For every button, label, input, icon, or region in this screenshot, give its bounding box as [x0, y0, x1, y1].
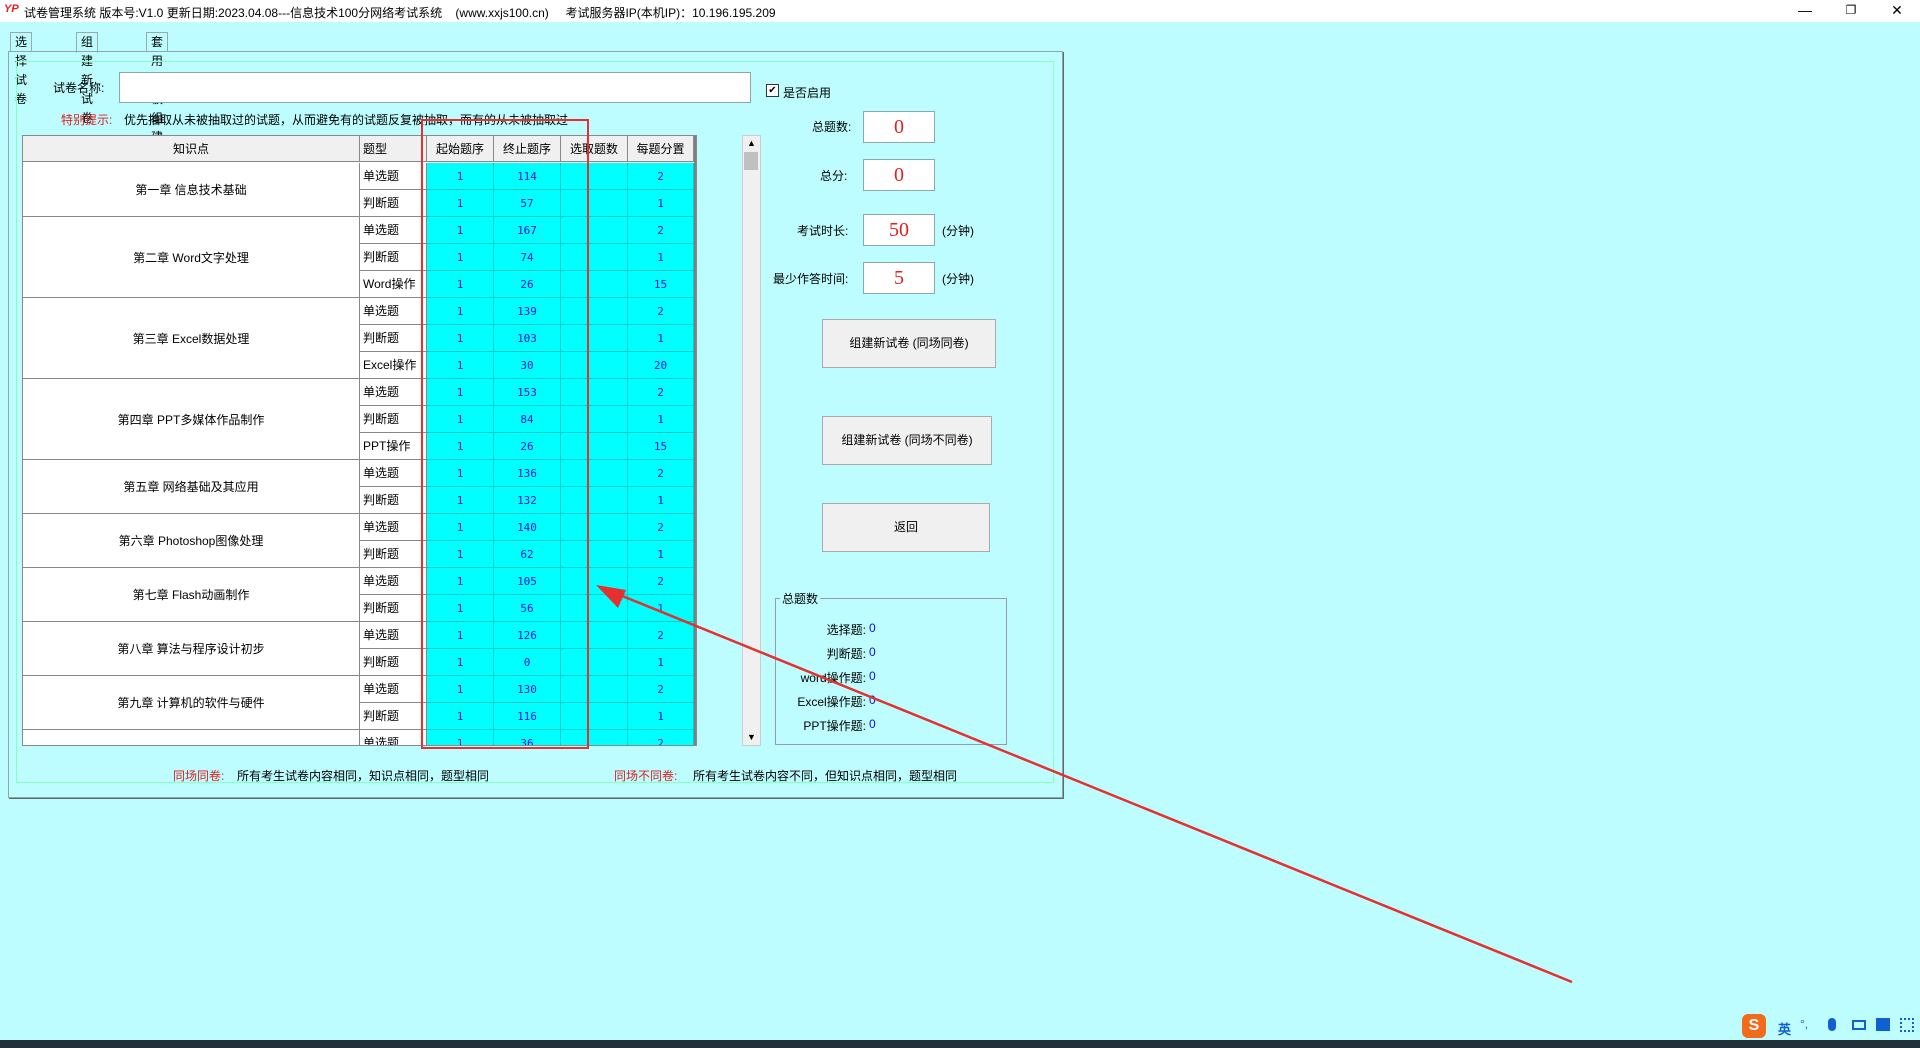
- taskbar: [0, 1040, 1920, 1048]
- sogou-logo-icon[interactable]: S: [1742, 1014, 1766, 1038]
- keyboard-icon[interactable]: [1852, 1020, 1866, 1030]
- shirt-icon[interactable]: [1876, 1018, 1890, 1031]
- mic-icon[interactable]: [1828, 1018, 1836, 1031]
- arrow-head: [596, 585, 626, 608]
- ime-lang-toggle[interactable]: 英: [1778, 1019, 1791, 1038]
- annotation-arrow: [596, 585, 1573, 984]
- grid-icon[interactable]: [1900, 1018, 1914, 1032]
- arrow-line: [609, 589, 1573, 984]
- ime-punct-toggle[interactable]: °,: [1800, 1017, 1808, 1031]
